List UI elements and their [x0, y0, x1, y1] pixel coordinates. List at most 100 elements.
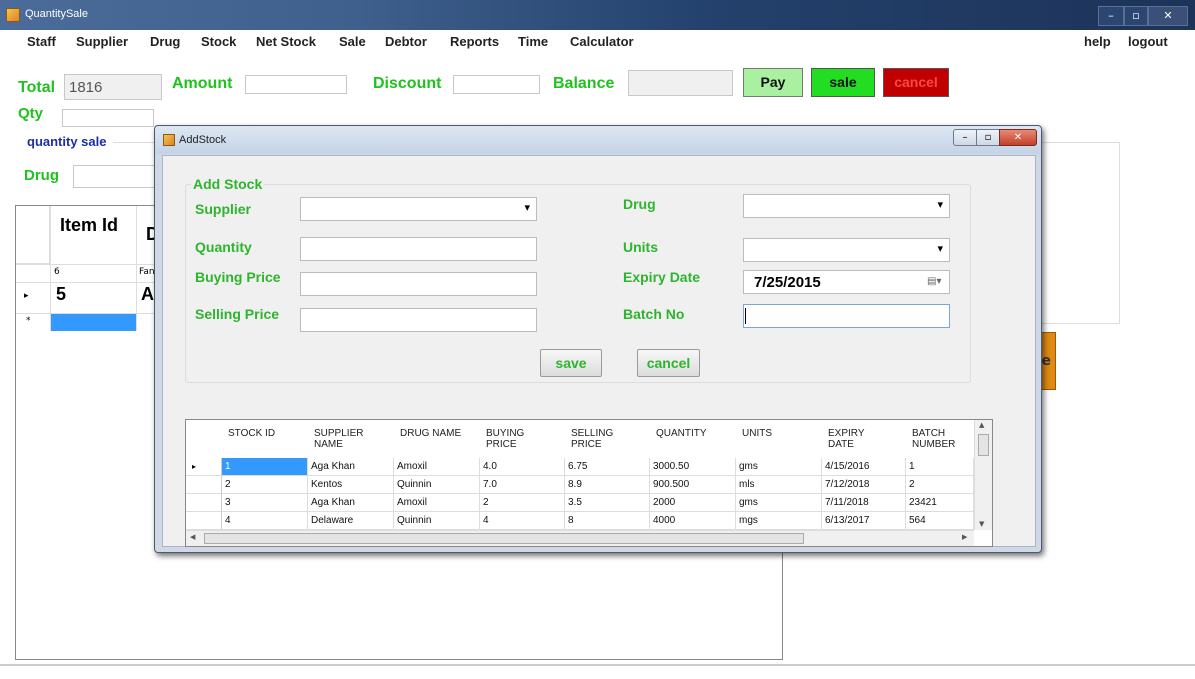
- column-header[interactable]: DRUG NAME: [400, 420, 480, 458]
- menu-debtor[interactable]: Debtor: [385, 34, 427, 49]
- table-cell[interactable]: 8: [565, 512, 650, 530]
- grid-cell[interactable]: A: [141, 284, 154, 305]
- table-cell[interactable]: 2: [906, 476, 974, 494]
- menu-stock[interactable]: Stock: [201, 34, 236, 49]
- table-cell[interactable]: 900.500: [650, 476, 736, 494]
- batch-no-field[interactable]: [743, 304, 950, 328]
- cancel-sale-button[interactable]: cancel: [883, 68, 949, 97]
- grid-cell[interactable]: Fan: [139, 267, 155, 277]
- qty-field[interactable]: [62, 109, 154, 127]
- column-header[interactable]: SELLING PRICE: [571, 420, 621, 458]
- menu-reports[interactable]: Reports: [450, 34, 499, 49]
- sale-drug-field[interactable]: [73, 165, 157, 188]
- pay-button[interactable]: Pay: [743, 68, 803, 97]
- table-cell[interactable]: gms: [736, 458, 822, 476]
- restore-icon[interactable]: ▫: [1124, 6, 1148, 26]
- dialog-maximize-icon[interactable]: ▫: [976, 129, 1000, 146]
- table-cell[interactable]: 3000.50: [650, 458, 736, 476]
- table-cell[interactable]: 7/12/2018: [822, 476, 906, 494]
- table-cell[interactable]: 23421: [906, 494, 974, 512]
- table-cell[interactable]: 6.75: [565, 458, 650, 476]
- scroll-right-icon[interactable]: ▶: [962, 533, 967, 541]
- column-header[interactable]: QUANTITY: [656, 420, 736, 458]
- table-cell[interactable]: 7/11/2018: [822, 494, 906, 512]
- vertical-scroll-thumb[interactable]: [978, 434, 989, 456]
- table-cell[interactable]: Amoxil: [394, 458, 480, 476]
- dialog-cancel-button[interactable]: cancel: [637, 349, 700, 377]
- table-cell[interactable]: 7.0: [480, 476, 565, 494]
- scroll-down-icon[interactable]: ▼: [979, 520, 984, 528]
- scroll-left-icon[interactable]: ◀: [190, 533, 195, 541]
- column-header[interactable]: SUPPLIER NAME: [314, 420, 384, 458]
- menu-drug[interactable]: Drug: [150, 34, 180, 49]
- row-header[interactable]: ▸: [186, 458, 222, 476]
- drug-combobox[interactable]: [743, 194, 950, 218]
- table-cell[interactable]: Kentos: [308, 476, 394, 494]
- table-cell[interactable]: Aga Khan: [308, 494, 394, 512]
- vertical-scrollbar[interactable]: ▲ ▼: [974, 420, 992, 530]
- total-field[interactable]: 1816: [64, 74, 162, 100]
- close-icon[interactable]: ✕: [1148, 6, 1188, 26]
- units-combobox[interactable]: [743, 238, 950, 262]
- column-header[interactable]: UNITS: [742, 420, 802, 458]
- table-cell[interactable]: 1: [906, 458, 974, 476]
- horizontal-scroll-thumb[interactable]: [204, 533, 804, 544]
- table-cell[interactable]: Amoxil: [394, 494, 480, 512]
- menu-time[interactable]: Time: [518, 34, 548, 49]
- menu-supplier[interactable]: Supplier: [76, 34, 128, 49]
- save-button[interactable]: save: [540, 349, 602, 377]
- dialog-minimize-icon[interactable]: –: [953, 129, 977, 146]
- table-cell[interactable]: mls: [736, 476, 822, 494]
- table-cell[interactable]: 4: [222, 512, 308, 530]
- table-cell[interactable]: 1: [222, 458, 308, 476]
- table-cell[interactable]: gms: [736, 494, 822, 512]
- menu-sale[interactable]: Sale: [339, 34, 366, 49]
- table-cell[interactable]: 4000: [650, 512, 736, 530]
- table-cell[interactable]: Aga Khan: [308, 458, 394, 476]
- grid-cell[interactable]: 5: [56, 284, 66, 305]
- table-cell[interactable]: Quinnin: [394, 476, 480, 494]
- dialog-close-icon[interactable]: ✕: [999, 129, 1037, 146]
- table-cell[interactable]: 564: [906, 512, 974, 530]
- row-header[interactable]: [186, 476, 222, 494]
- table-cell[interactable]: 2000: [650, 494, 736, 512]
- supplier-combobox[interactable]: [300, 197, 537, 221]
- table-cell[interactable]: 2: [222, 476, 308, 494]
- menu-calculator[interactable]: Calculator: [570, 34, 634, 49]
- menu-net-stock[interactable]: Net Stock: [256, 34, 316, 49]
- table-cell[interactable]: Delaware: [308, 512, 394, 530]
- horizontal-scrollbar[interactable]: ◀ ▶: [186, 530, 974, 546]
- column-header[interactable]: BUYING PRICE: [486, 420, 536, 458]
- quantity-field[interactable]: [300, 237, 537, 261]
- table-cell[interactable]: mgs: [736, 512, 822, 530]
- grid-selected-cell[interactable]: [51, 314, 136, 331]
- table-cell[interactable]: 8.9: [565, 476, 650, 494]
- expiry-date-picker[interactable]: 7/25/2015: [743, 270, 950, 294]
- grid-cell[interactable]: 6: [54, 267, 60, 277]
- table-cell[interactable]: 4: [480, 512, 565, 530]
- amount-field[interactable]: [245, 75, 347, 94]
- table-cell[interactable]: 6/13/2017: [822, 512, 906, 530]
- row-header[interactable]: [186, 494, 222, 512]
- minimize-icon[interactable]: –: [1098, 6, 1124, 26]
- row-header[interactable]: [186, 512, 222, 530]
- menu-logout[interactable]: logout: [1128, 34, 1168, 49]
- selling-price-field[interactable]: [300, 308, 537, 332]
- buying-price-field[interactable]: [300, 272, 537, 296]
- table-cell[interactable]: Quinnin: [394, 512, 480, 530]
- table-cell[interactable]: 4/15/2016: [822, 458, 906, 476]
- table-cell[interactable]: 4.0: [480, 458, 565, 476]
- sale-button[interactable]: sale: [811, 68, 875, 97]
- column-header[interactable]: BATCH NUMBER: [912, 420, 967, 458]
- menu-staff[interactable]: Staff: [27, 34, 56, 49]
- column-header[interactable]: EXPIRY DATE: [828, 420, 878, 458]
- table-cell[interactable]: 2: [480, 494, 565, 512]
- calendar-dropdown-icon[interactable]: ▤▾: [927, 276, 941, 287]
- column-header[interactable]: STOCK ID: [228, 420, 308, 458]
- balance-field[interactable]: [628, 70, 733, 96]
- scroll-up-icon[interactable]: ▲: [979, 421, 984, 429]
- table-cell[interactable]: 3: [222, 494, 308, 512]
- discount-field[interactable]: [453, 75, 540, 94]
- menu-help[interactable]: help: [1084, 34, 1111, 49]
- table-cell[interactable]: 3.5: [565, 494, 650, 512]
